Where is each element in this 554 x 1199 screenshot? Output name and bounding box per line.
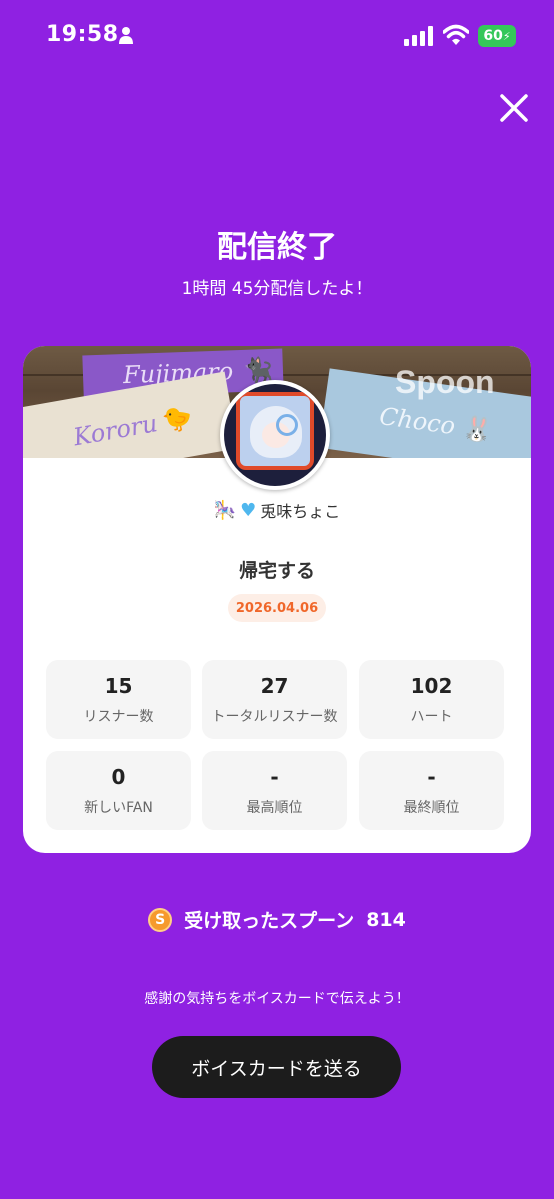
stat-value: 0 xyxy=(111,765,126,789)
stat-highest-rank: - 最高順位 xyxy=(202,751,347,830)
status-bar: 19:58 60 ⚡ xyxy=(0,0,554,70)
spoons-count: 814 xyxy=(366,908,406,931)
battery-icon: 60 ⚡ xyxy=(478,25,516,47)
stat-total-listeners: 27 トータルリスナー数 xyxy=(202,660,347,739)
stream-title: 帰宅する xyxy=(238,560,315,582)
page-title: 配信終了 xyxy=(217,230,337,265)
stat-label: 新しいFAN xyxy=(84,800,153,816)
avatar[interactable] xyxy=(220,380,330,490)
status-time: 19:58 xyxy=(46,22,119,47)
stat-label: リスナー数 xyxy=(83,709,154,725)
username-text: 兎味ちょこ xyxy=(260,502,341,521)
spoons-label: 受け取ったスプーン xyxy=(184,910,355,932)
stat-hearts: 102 ハート xyxy=(359,660,504,739)
thanks-message: 感謝の気持ちをボイスカードで伝えよう！ xyxy=(144,991,410,1007)
stat-label: 最終順位 xyxy=(403,800,460,816)
close-icon[interactable] xyxy=(494,88,534,128)
stat-final-rank: - 最終順位 xyxy=(359,751,504,830)
spoon-coin-icon: S xyxy=(148,907,173,932)
stat-listeners: 15 リスナー数 xyxy=(46,660,191,739)
stat-value: - xyxy=(270,765,279,789)
carousel-horse-icon: 🎠 xyxy=(213,499,237,521)
stat-label: 最高順位 xyxy=(246,800,303,816)
date-badge: 2026.04.06 xyxy=(228,594,326,622)
stat-value: 15 xyxy=(104,674,133,698)
stream-duration: 1時間 45分配信したよ！ xyxy=(181,279,373,299)
stat-value: 102 xyxy=(410,674,453,698)
stat-value: - xyxy=(427,765,436,789)
battery-level: 60 xyxy=(483,28,503,44)
stat-label: トータルリスナー数 xyxy=(211,709,338,725)
stat-label: ハート xyxy=(410,709,453,725)
stat-value: 27 xyxy=(260,674,289,698)
spoon-watermark: Spoon xyxy=(395,364,495,400)
heart-icon: ♥ xyxy=(240,499,257,521)
username: 🎠 ♥ 兎味ちょこ xyxy=(23,498,531,522)
send-voice-card-button[interactable]: ボイスカードを送る xyxy=(152,1036,401,1098)
spoons-received: S 受け取ったスプーン 814 xyxy=(0,906,554,933)
person-icon xyxy=(119,27,133,44)
summary-card: Fujimaro 🐈‍⬛ Kororu 🐤 Choco 🐰 Spoon 🎠 ♥ 兎味ち… xyxy=(23,346,531,853)
signal-icon xyxy=(404,26,433,46)
stat-new-fans: 0 新しいFAN xyxy=(46,751,191,830)
wifi-icon xyxy=(443,24,469,45)
